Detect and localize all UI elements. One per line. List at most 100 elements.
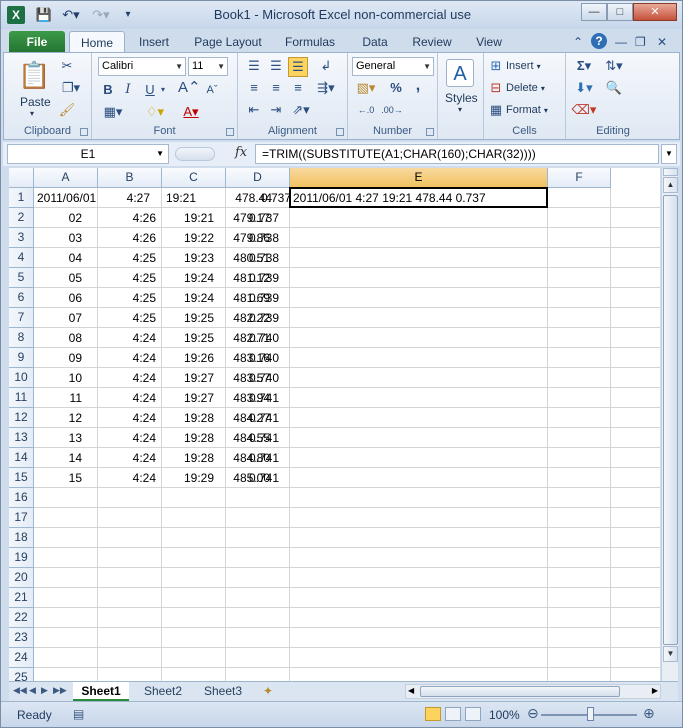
tab-view[interactable]: View xyxy=(469,31,509,53)
tab-home[interactable]: Home xyxy=(69,31,125,53)
row-header-13[interactable]: 13 xyxy=(9,428,34,448)
align-left-icon[interactable]: ≡ xyxy=(244,79,264,97)
row-header-21[interactable]: 21 xyxy=(9,588,34,608)
cell-a15[interactable]: 15 xyxy=(34,468,98,488)
row-header-6[interactable]: 6 xyxy=(9,288,34,308)
cell-b1[interactable]: 4:27 xyxy=(98,188,162,208)
cell-c14[interactable]: 19:28 xyxy=(162,448,226,468)
cell-b5[interactable]: 4:25 xyxy=(98,268,162,288)
italic-button[interactable]: I xyxy=(120,81,136,99)
number-launcher-icon[interactable] xyxy=(426,128,434,136)
row-header-10[interactable]: 10 xyxy=(9,368,34,388)
next-sheet-icon[interactable]: ▶ xyxy=(41,685,48,696)
last-sheet-icon[interactable]: ▶▶ xyxy=(53,685,67,696)
horizontal-scroll-thumb[interactable] xyxy=(420,686,620,697)
increase-decimal-icon[interactable]: ←.0 xyxy=(354,101,378,119)
row-header-12[interactable]: 12 xyxy=(9,408,34,428)
normal-view-icon[interactable] xyxy=(425,707,441,721)
macro-record-icon[interactable]: ▤ xyxy=(73,707,84,721)
currency-icon[interactable]: ▧▾ xyxy=(354,79,378,97)
cell-b13[interactable]: 4:24 xyxy=(98,428,162,448)
page-break-preview-icon[interactable] xyxy=(465,707,481,721)
cell-c4[interactable]: 19:23 xyxy=(162,248,226,268)
row-header-17[interactable]: 17 xyxy=(9,508,34,528)
decrease-decimal-icon[interactable]: .00→ xyxy=(380,101,404,119)
row-header-16[interactable]: 16 xyxy=(9,488,34,508)
help-icon[interactable]: ? xyxy=(591,33,607,49)
grow-font-icon[interactable]: A⌃ xyxy=(178,79,201,97)
column-header-a[interactable]: A xyxy=(34,168,98,188)
styles-dropdown-icon[interactable]: ▾ xyxy=(458,105,462,114)
cell-c6[interactable]: 19:24 xyxy=(162,288,226,308)
wrap-text-icon[interactable]: ↲ xyxy=(312,57,340,75)
clipboard-launcher-icon[interactable] xyxy=(80,128,88,136)
row-header-23[interactable]: 23 xyxy=(9,628,34,648)
insert-cells-button[interactable]: Insert ▾ xyxy=(506,60,541,72)
delete-cells-icon[interactable]: ⊟ xyxy=(488,79,504,97)
cell-e10[interactable]: 0.740 xyxy=(242,368,282,388)
autosum-icon[interactable]: Σ▾ xyxy=(570,57,598,75)
zoom-out-icon[interactable]: ⊖ xyxy=(527,705,539,722)
paste-dropdown-icon[interactable]: ▾ xyxy=(30,109,34,118)
cell-e11[interactable]: 0.741 xyxy=(242,388,282,408)
increase-indent-icon[interactable]: ⇥ xyxy=(266,101,286,119)
doc-minimize-icon[interactable]: — xyxy=(615,35,627,49)
cell-c3[interactable]: 19:22 xyxy=(162,228,226,248)
cell-e3[interactable]: 0.738 xyxy=(242,228,282,248)
first-sheet-icon[interactable]: ◀◀ xyxy=(13,685,27,696)
font-name-select[interactable]: Calibri ▼ xyxy=(98,57,186,76)
cell-e14[interactable]: 0.741 xyxy=(242,448,282,468)
cell-c15[interactable]: 19:29 xyxy=(162,468,226,488)
cell-a7[interactable]: 07 xyxy=(34,308,98,328)
close-button[interactable]: ✕ xyxy=(633,3,677,21)
orientation-icon[interactable]: ⇗▾ xyxy=(288,101,314,119)
bold-button[interactable]: B xyxy=(100,81,116,99)
name-box[interactable]: E1 ▼ xyxy=(7,144,169,164)
cell-e5[interactable]: 0.739 xyxy=(242,268,282,288)
column-header-c[interactable]: C xyxy=(162,168,226,188)
styles-icon[interactable]: A xyxy=(446,59,474,87)
expand-formula-bar-icon[interactable]: ▼ xyxy=(661,144,677,164)
row-header-5[interactable]: 5 xyxy=(9,268,34,288)
sheet-tab-sheet1[interactable]: Sheet1 xyxy=(73,682,129,701)
font-size-select[interactable]: 11 ▼ xyxy=(188,57,228,76)
scroll-right-icon[interactable]: ▶ xyxy=(652,686,658,695)
cell-e13[interactable]: 0.741 xyxy=(242,428,282,448)
row-header-7[interactable]: 7 xyxy=(9,308,34,328)
fill-icon[interactable]: ⬇▾ xyxy=(570,79,598,97)
insert-cells-icon[interactable]: ⊞ xyxy=(488,57,504,75)
cell-b12[interactable]: 4:24 xyxy=(98,408,162,428)
cell-c11[interactable]: 19:27 xyxy=(162,388,226,408)
cell-a8[interactable]: 08 xyxy=(34,328,98,348)
underline-dropdown-icon[interactable]: ▾ xyxy=(158,81,168,99)
copy-icon[interactable]: ❐▾ xyxy=(58,79,84,97)
cell-a14[interactable]: 14 xyxy=(34,448,98,468)
doc-close-icon[interactable]: ✕ xyxy=(657,35,667,49)
cell-e8[interactable]: 0.740 xyxy=(242,328,282,348)
row-header-22[interactable]: 22 xyxy=(9,608,34,628)
row-header-15[interactable]: 15 xyxy=(9,468,34,488)
worksheet-grid[interactable]: A B C D E F 1 2 3 4 5 6 7 8 9 10 11 12 13 14 15 16 17 18 19 20 21 2… xyxy=(9,168,660,681)
alignment-launcher-icon[interactable] xyxy=(336,128,344,136)
tab-data[interactable]: Data xyxy=(355,31,395,53)
cell-a3[interactable]: 03 xyxy=(34,228,98,248)
format-painter-icon[interactable]: 🖌 xyxy=(58,101,76,119)
cell-c8[interactable]: 19:25 xyxy=(162,328,226,348)
cell-c7[interactable]: 19:25 xyxy=(162,308,226,328)
shrink-font-icon[interactable]: Aˇ xyxy=(204,81,220,99)
row-header-14[interactable]: 14 xyxy=(9,448,34,468)
row-header-2[interactable]: 2 xyxy=(9,208,34,228)
insert-function-icon[interactable]: fx xyxy=(235,145,247,160)
maximize-button[interactable]: □ xyxy=(607,3,633,21)
row-header-8[interactable]: 8 xyxy=(9,328,34,348)
scroll-up-icon[interactable]: ▲ xyxy=(663,177,678,193)
row-header-20[interactable]: 20 xyxy=(9,568,34,588)
tab-file[interactable]: File xyxy=(9,31,65,53)
zoom-slider-thumb[interactable] xyxy=(587,707,594,721)
underline-button[interactable]: U xyxy=(142,81,158,99)
cell-b8[interactable]: 4:24 xyxy=(98,328,162,348)
sheet-tab-sheet3[interactable]: Sheet3 xyxy=(195,682,251,701)
zoom-in-icon[interactable]: ⊕ xyxy=(643,705,655,722)
styles-button[interactable]: Styles xyxy=(445,91,478,105)
cell-e12[interactable]: 0.741 xyxy=(242,408,282,428)
